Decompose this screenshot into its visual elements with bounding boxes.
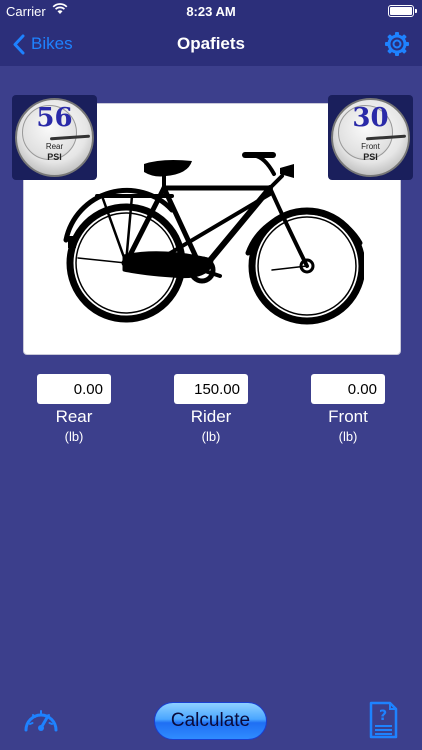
front-weight-input[interactable]	[311, 374, 385, 404]
rear-weight-group: Rear (lb)	[37, 374, 111, 444]
rider-weight-group: Rider (lb)	[174, 374, 248, 444]
rider-weight-label: Rider	[190, 407, 232, 426]
clock: 8:23 AM	[186, 4, 236, 19]
front-weight-unit: (lb)	[338, 429, 358, 444]
svg-text:?: ?	[379, 708, 387, 724]
rear-psi-gauge: 56 Rear PSI	[12, 95, 97, 180]
rider-weight-unit: (lb)	[201, 429, 221, 444]
settings-button[interactable]	[384, 31, 410, 57]
battery-icon	[388, 5, 417, 17]
rear-gauge-unit: PSI	[47, 152, 62, 162]
help-button[interactable]: ?	[368, 701, 398, 744]
pressure-gauge-button[interactable]	[22, 704, 60, 739]
rear-weight-label: Rear	[55, 407, 93, 426]
bicycle-image	[63, 152, 364, 325]
front-psi-gauge: 30 Front PSI	[328, 95, 413, 180]
front-weight-group: Front (lb)	[311, 374, 385, 444]
speedometer-icon	[24, 710, 58, 732]
help-document-icon: ?	[369, 701, 398, 739]
rear-gauge-label: Rear	[45, 142, 64, 151]
page-title: Opafiets	[176, 34, 246, 53]
rear-weight-input[interactable]	[37, 374, 111, 404]
front-gauge-label: Front	[361, 142, 380, 151]
navigation-bar: Bikes Opafiets	[0, 22, 422, 66]
front-psi-value: 30	[352, 103, 389, 133]
rear-psi-value: 56	[36, 103, 73, 133]
front-gauge-unit: PSI	[363, 152, 378, 162]
status-bar: Carrier 8:23 AM	[0, 0, 422, 22]
gear-icon	[385, 32, 409, 56]
front-weight-label: Front	[328, 407, 368, 426]
rider-weight-input[interactable]	[174, 374, 248, 404]
rear-weight-unit: (lb)	[64, 429, 84, 444]
calculate-button[interactable]: Calculate	[154, 702, 267, 740]
